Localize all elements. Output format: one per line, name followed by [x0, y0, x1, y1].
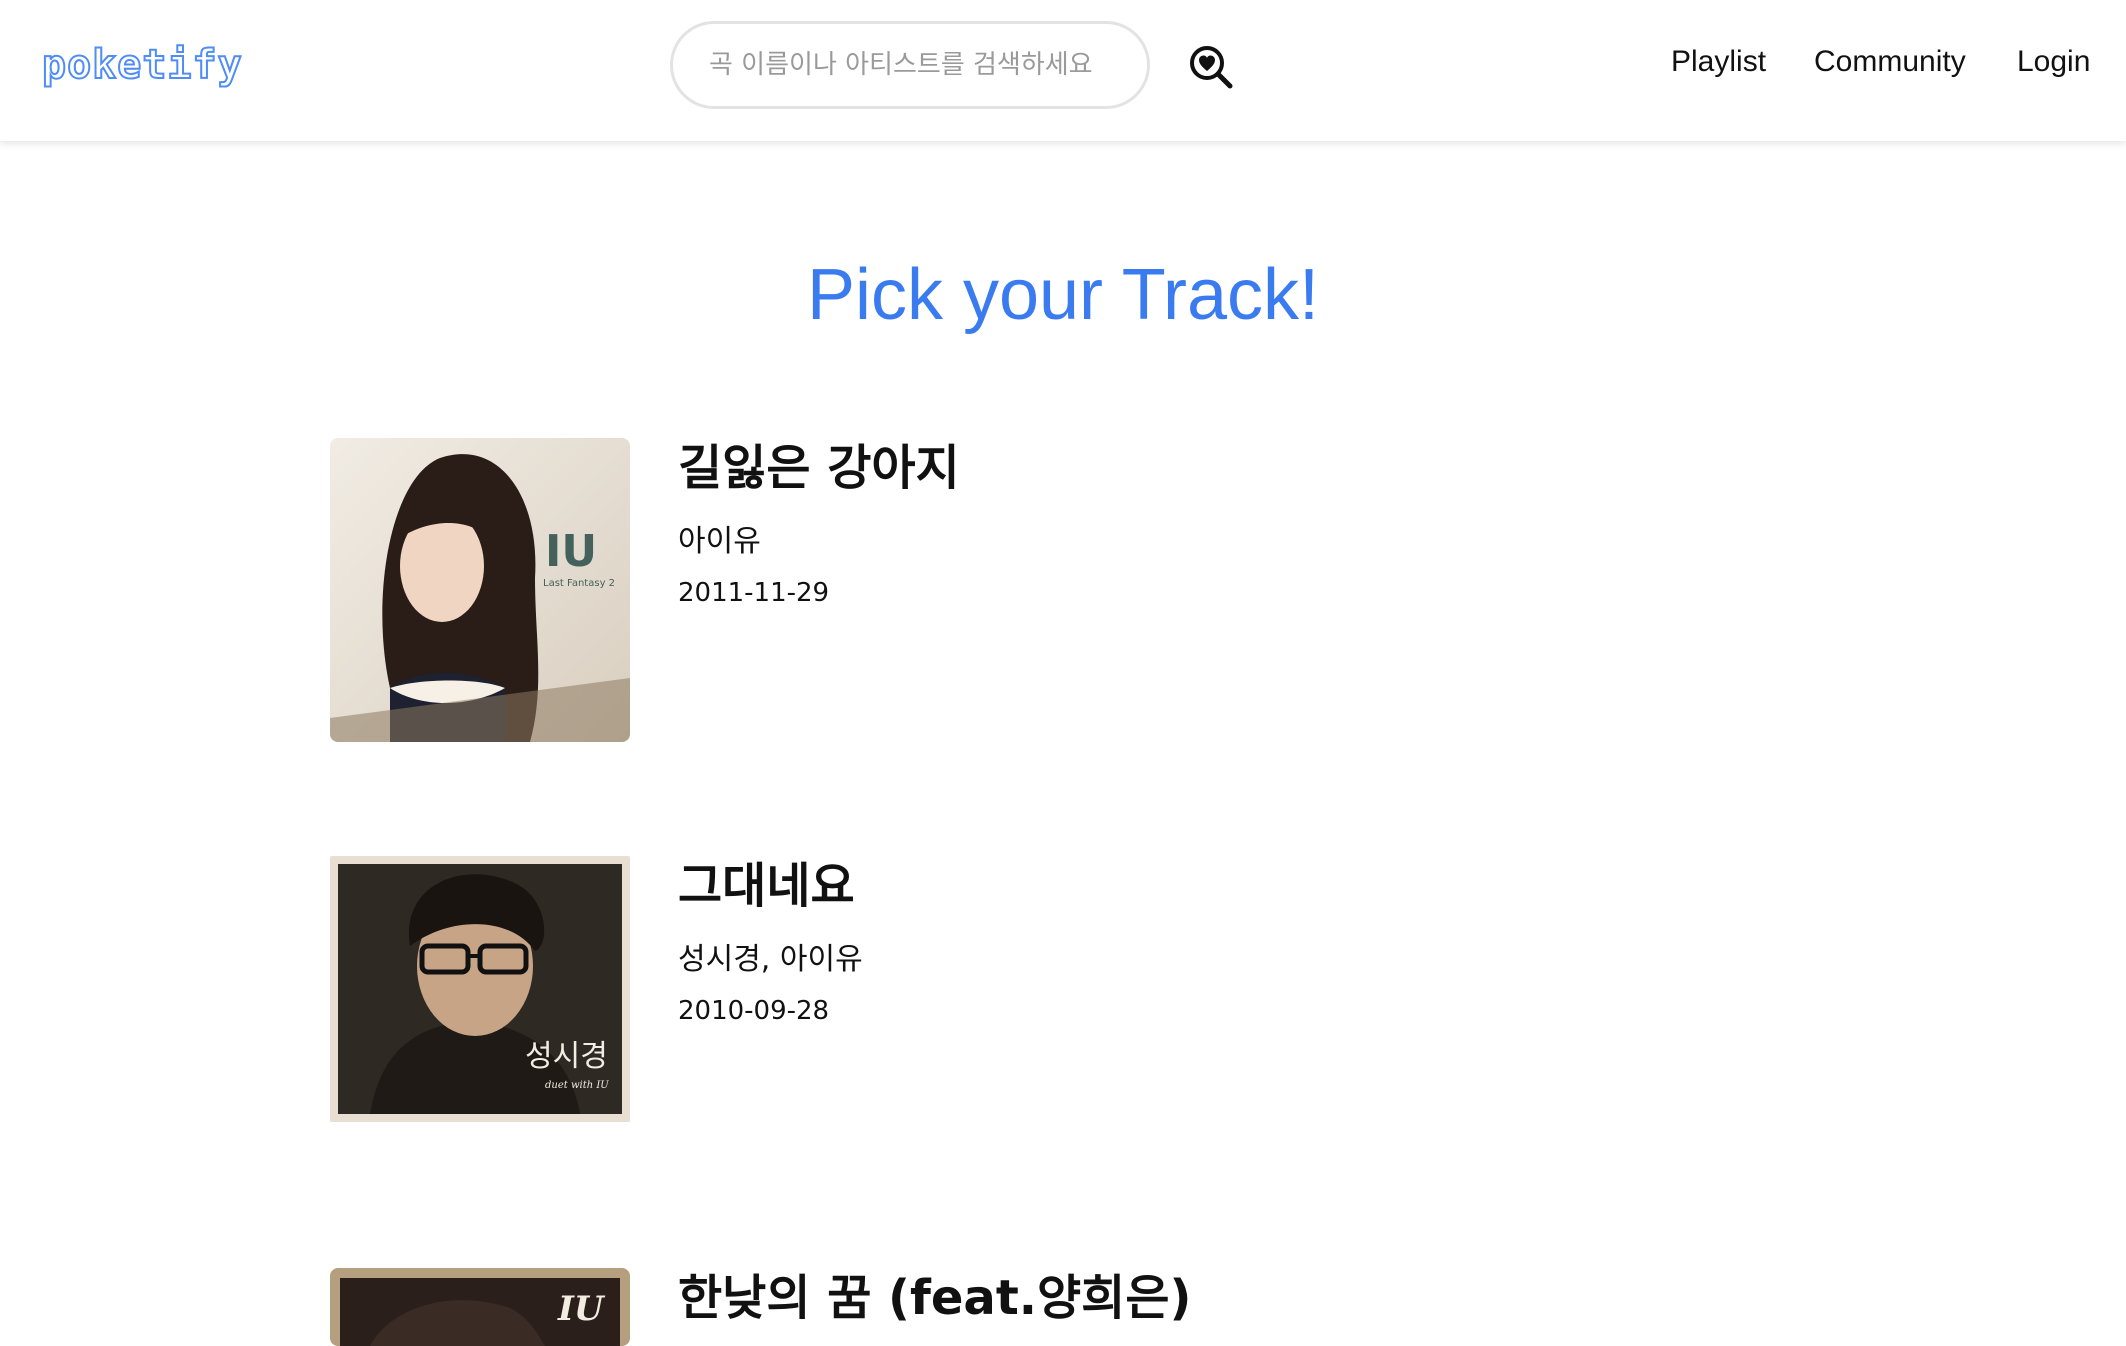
cover-text: IU: [557, 1289, 606, 1329]
nav-playlist-link[interactable]: Playlist: [1671, 42, 1766, 82]
track-title[interactable]: 길잃은 강아지: [678, 438, 960, 498]
search-input[interactable]: [670, 21, 1150, 109]
poketify-logo[interactable]: poketify: [41, 40, 243, 90]
nav-login-link[interactable]: Login: [2017, 42, 2090, 82]
cover-subtext: duet with IU: [545, 1080, 609, 1091]
album-cover[interactable]: IU Last Fantasy 2: [330, 438, 630, 742]
search-heart-icon[interactable]: [1188, 44, 1234, 90]
track-release-date: 2011-11-29: [678, 578, 830, 608]
track-artist: 아이유: [678, 524, 761, 559]
nav-community-link[interactable]: Community: [1814, 42, 1966, 82]
track-title[interactable]: 그대네요: [678, 856, 855, 916]
cover-text: IU: [545, 526, 597, 577]
album-cover[interactable]: 성시경 duet with IU: [330, 856, 630, 1122]
track-release-date: 2010-09-28: [678, 996, 830, 1026]
album-cover[interactable]: IU: [330, 1268, 630, 1346]
track-title[interactable]: 한낮의 꿈 (feat.양희은): [678, 1268, 1191, 1328]
cover-subtext: Last Fantasy 2: [543, 578, 615, 589]
page-title: Pick your Track!: [806, 255, 1320, 335]
top-nav-bar: poketify Playlist Community Login: [0, 0, 2126, 141]
cover-text: 성시경: [525, 1039, 608, 1074]
track-artist: 성시경, 아이유: [678, 942, 863, 977]
